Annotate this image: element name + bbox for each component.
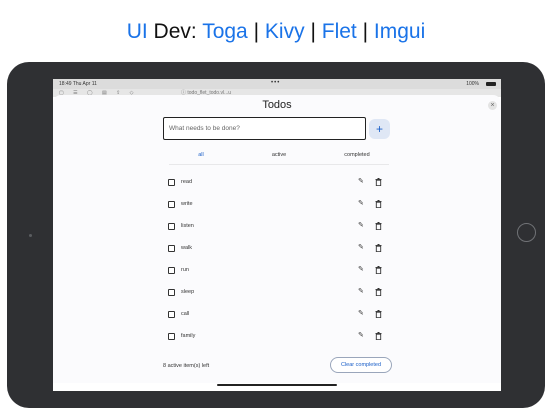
pencil-icon[interactable]: ✎ bbox=[358, 287, 364, 296]
tablet-frame: 18:49 Thu Apr 11 ••• 100% ▢ ☰ ◯ ▤ ⇪ ◇ ⓘ … bbox=[7, 62, 545, 408]
headline-ui: UI bbox=[126, 20, 148, 43]
task-checkbox[interactable] bbox=[168, 289, 175, 296]
plus-icon: + bbox=[375, 122, 383, 136]
task-checkbox[interactable] bbox=[168, 245, 175, 252]
filter-tabs: all active completed bbox=[169, 150, 389, 165]
status-bar: 18:49 Thu Apr 11 ••• 100% bbox=[53, 79, 501, 89]
headline-kivy: Kivy bbox=[264, 20, 305, 43]
task-checkbox[interactable] bbox=[168, 311, 175, 318]
tab-all[interactable]: all bbox=[169, 150, 233, 165]
tab-active[interactable]: active bbox=[247, 150, 311, 164]
task-checkbox[interactable] bbox=[168, 333, 175, 340]
task-row: family ✎ bbox=[168, 330, 388, 342]
task-label: write bbox=[181, 201, 193, 207]
trash-icon[interactable] bbox=[375, 288, 382, 296]
trash-icon[interactable] bbox=[375, 200, 382, 208]
pencil-icon[interactable]: ✎ bbox=[358, 265, 364, 274]
task-label: read bbox=[181, 179, 193, 185]
todo-sheet: Todos × + all active completed read✎writ… bbox=[53, 95, 501, 383]
task-label: sleep bbox=[181, 289, 195, 295]
headline-sep: | bbox=[310, 20, 316, 43]
trash-icon[interactable] bbox=[375, 310, 382, 318]
battery-icon bbox=[486, 82, 496, 86]
home-button[interactable] bbox=[517, 223, 536, 242]
task-row: write ✎ bbox=[168, 198, 388, 210]
task-label: walk bbox=[181, 245, 193, 251]
task-label: run bbox=[181, 267, 189, 273]
add-task-button[interactable]: + bbox=[369, 119, 390, 139]
status-time: 18:49 bbox=[59, 81, 72, 87]
trash-icon[interactable] bbox=[375, 244, 382, 252]
task-checkbox[interactable] bbox=[168, 223, 175, 230]
headline-imgui: Imgui bbox=[373, 20, 426, 43]
tabs-divider bbox=[169, 164, 389, 165]
page-title: Todos bbox=[262, 99, 292, 111]
trash-icon[interactable] bbox=[375, 178, 382, 186]
task-checkbox[interactable] bbox=[168, 267, 175, 274]
pencil-icon[interactable]: ✎ bbox=[358, 331, 364, 340]
multitask-dots-icon[interactable]: ••• bbox=[271, 79, 280, 88]
pencil-icon[interactable]: ✎ bbox=[358, 309, 364, 318]
tab-completed[interactable]: completed bbox=[325, 150, 389, 164]
pencil-icon[interactable]: ✎ bbox=[358, 199, 364, 208]
headline: UI Dev: Toga | Kivy | Flet | Imgui bbox=[0, 18, 552, 46]
task-row: walk ✎ bbox=[168, 242, 388, 254]
headline-sep: | bbox=[253, 20, 260, 43]
task-row: read ✎ bbox=[168, 176, 388, 188]
headline-flet: Flet bbox=[321, 20, 357, 43]
task-checkbox[interactable] bbox=[168, 201, 175, 208]
status-battery-text: 100% bbox=[466, 81, 479, 87]
headline-dev: Dev: bbox=[153, 20, 197, 43]
camera-icon bbox=[29, 234, 32, 237]
headline-sep: | bbox=[362, 20, 369, 43]
task-row: listen ✎ bbox=[168, 220, 388, 232]
pencil-icon[interactable]: ✎ bbox=[358, 177, 364, 186]
items-left-text: 8 active item(s) left bbox=[163, 363, 210, 369]
trash-icon[interactable] bbox=[375, 332, 382, 340]
headline-toga: Toga bbox=[202, 20, 248, 43]
home-indicator[interactable] bbox=[217, 384, 337, 386]
pencil-icon[interactable]: ✎ bbox=[358, 221, 364, 230]
task-row: sleep ✎ bbox=[168, 286, 388, 298]
task-checkbox[interactable] bbox=[168, 179, 175, 186]
trash-icon[interactable] bbox=[375, 222, 382, 230]
pencil-icon[interactable]: ✎ bbox=[358, 243, 364, 252]
task-label: family bbox=[181, 333, 196, 339]
task-label: call bbox=[181, 311, 190, 317]
trash-icon[interactable] bbox=[375, 266, 382, 274]
close-icon[interactable]: × bbox=[488, 101, 497, 110]
new-task-input[interactable] bbox=[163, 117, 366, 140]
task-row: run ✎ bbox=[168, 264, 388, 276]
task-label: listen bbox=[181, 223, 194, 229]
task-row: call ✎ bbox=[168, 308, 388, 320]
clear-completed-button[interactable]: Clear completed bbox=[330, 357, 392, 373]
tablet-screen: 18:49 Thu Apr 11 ••• 100% ▢ ☰ ◯ ▤ ⇪ ◇ ⓘ … bbox=[53, 79, 501, 391]
status-date: Thu Apr 11 bbox=[72, 81, 97, 87]
